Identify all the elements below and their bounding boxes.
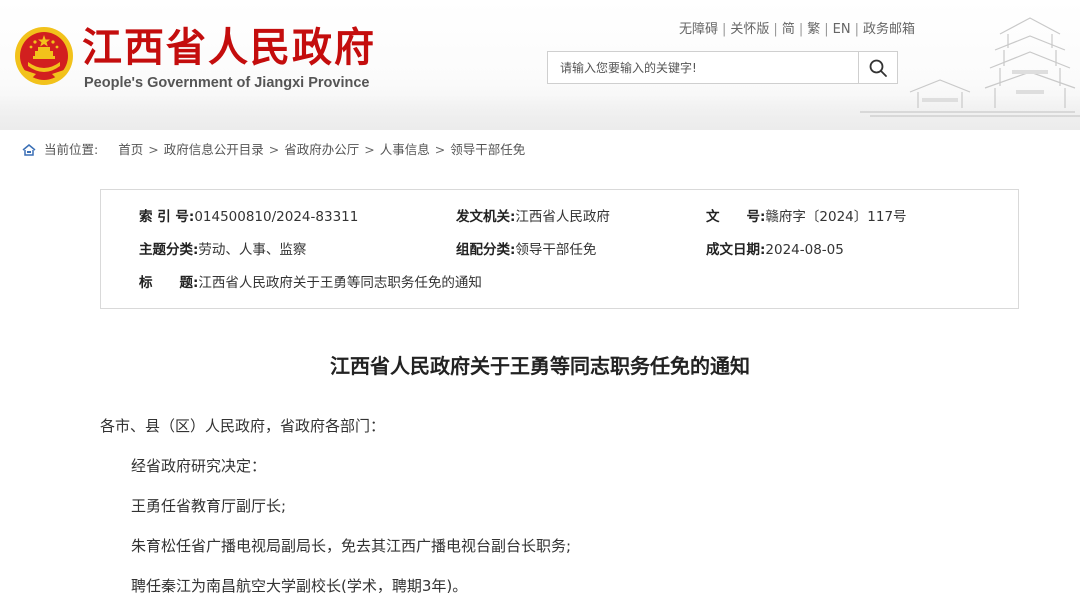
breadcrumb: 当前位置: 首页 > 政府信息公开目录 > 省政府办公厅 > 人事信息 > 领导… (22, 141, 525, 159)
simplified-chinese-link[interactable]: 简 (782, 22, 795, 37)
info-index-no: 索 引 号:014500810/2024-83311 (139, 209, 359, 225)
site-subtitle: People's Government of Jiangxi Province (84, 75, 370, 91)
traditional-chinese-link[interactable]: 繁 (807, 22, 820, 37)
info-category: 组配分类:领导干部任免 (456, 242, 597, 258)
search-input[interactable] (548, 52, 858, 83)
document-info-box: 索 引 号:014500810/2024-83311 发文机关:江西省人民政府 … (100, 189, 1019, 309)
article-title: 江西省人民政府关于王勇等同志职务任免的通知 (330, 354, 750, 378)
care-mode-link[interactable]: 关怀版 (730, 22, 769, 37)
pavilion-illustration (860, 17, 1080, 117)
breadcrumb-home[interactable]: 首页 (118, 141, 143, 159)
breadcrumb-personnel-info[interactable]: 人事信息 (380, 141, 430, 159)
breadcrumb-info-catalog[interactable]: 政府信息公开目录 (164, 141, 264, 159)
breadcrumb-general-office[interactable]: 省政府办公厅 (284, 141, 359, 159)
article-paragraph: 王勇任省教育厅副厅长; (131, 497, 287, 515)
article-paragraph: 聘任秦江为南昌航空大学副校长(学术，聘期3年)。 (131, 577, 468, 595)
search-box (547, 51, 898, 84)
info-topic: 主题分类:劳动、人事、监察 (139, 242, 307, 258)
english-link[interactable]: EN (833, 22, 851, 37)
site-title[interactable]: 江西省人民政府 (82, 24, 376, 72)
breadcrumb-appointments[interactable]: 领导干部任免 (450, 141, 525, 159)
home-icon (22, 144, 36, 156)
info-doc-no: 文 号:赣府字〔2024〕117号 (706, 209, 907, 225)
site-header: 江西省人民政府 People's Government of Jiangxi P… (0, 0, 1080, 130)
info-title: 标 题:江西省人民政府关于王勇等同志职务任免的通知 (139, 275, 482, 291)
breadcrumb-label: 当前位置: (44, 142, 99, 157)
national-emblem-icon[interactable] (14, 26, 74, 86)
article-paragraph: 经省政府研究决定： (131, 457, 267, 475)
article-salutation: 各市、县（区）人民政府，省政府各部门： (100, 417, 386, 435)
article-paragraph: 朱育松任省广播电视局副局长，免去其江西广播电视台副台长职务; (131, 537, 572, 555)
info-issuer: 发文机关:江西省人民政府 (456, 209, 610, 225)
accessibility-link[interactable]: 无障碍 (679, 22, 718, 37)
info-date: 成文日期:2024-08-05 (706, 242, 844, 258)
